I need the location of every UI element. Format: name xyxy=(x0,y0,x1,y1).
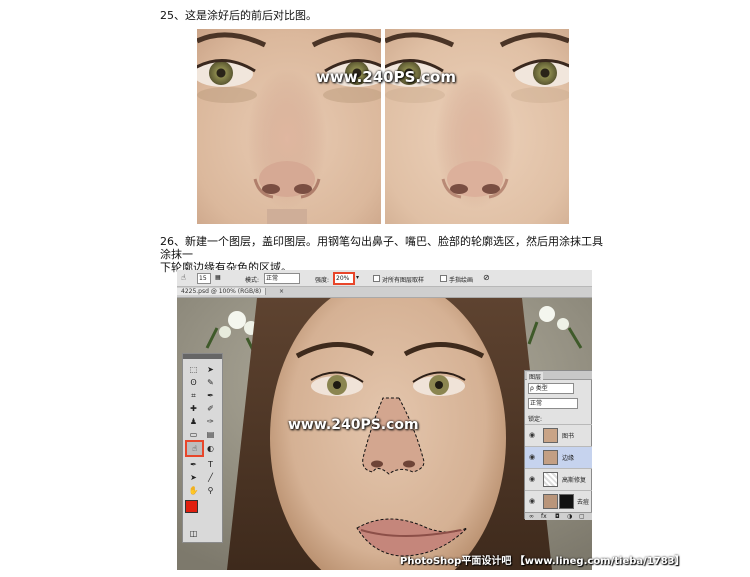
strength-field[interactable]: 20% xyxy=(334,273,354,284)
layer-thumbnail xyxy=(543,472,558,487)
screenshot-watermark: www.240PS.com xyxy=(288,417,419,433)
options-bar: ☝ 15 ▦ 模式: 正常 强度: 20% ▾ 对所有图层取样 手指绘画 ⊘ xyxy=(177,270,592,287)
quick-select-tool-icon[interactable]: ✎ xyxy=(204,377,217,388)
healing-tool-icon[interactable]: ✚ xyxy=(187,403,200,414)
footer-credit-watermark: PhotoShop平面设计吧 【www.lineg.com/tieba/1783… xyxy=(400,556,685,567)
layer-thumbnail xyxy=(543,450,558,465)
layer-row[interactable]: ◉ 去痘 xyxy=(525,490,592,512)
layers-panel: 图层 ρ 类型 正常 锁定: ◉ 图书 ◉ 边缘 ◉ 高斯修复 ◉ 去痘 ∞ f… xyxy=(524,370,592,520)
gradient-tool-icon[interactable]: ▤ xyxy=(204,429,217,440)
layer-filter-select[interactable]: ρ 类型 xyxy=(528,383,574,394)
layer-blend-mode-select[interactable]: 正常 xyxy=(528,398,578,409)
smudge-tool-button-icon[interactable]: ☝ xyxy=(185,440,204,457)
stamp-tool-icon[interactable]: ♟ xyxy=(187,416,200,427)
mode-select[interactable]: 正常 xyxy=(264,273,300,284)
lasso-tool-icon[interactable]: ʘ xyxy=(187,377,200,388)
layers-tab[interactable]: 图层 xyxy=(527,372,544,381)
layers-panel-header: 图层 xyxy=(525,371,592,381)
smudge-tool-icon[interactable]: ☝ xyxy=(181,273,186,282)
after-face-image xyxy=(385,29,569,224)
after-photo xyxy=(385,29,569,224)
move-tool-icon[interactable]: ➤ xyxy=(204,364,217,375)
document-tab-close-icon[interactable]: × xyxy=(279,288,284,295)
type-tool-icon[interactable]: T xyxy=(204,459,217,470)
brush-tool-icon[interactable]: ✐ xyxy=(204,403,217,414)
before-photo xyxy=(197,29,381,224)
quick-mask-icon[interactable]: ◫ xyxy=(187,528,200,539)
foreground-color-swatch[interactable] xyxy=(185,500,198,513)
dodge-tool-icon[interactable]: ◐ xyxy=(204,443,217,454)
toolbox-panel: ⬚ ➤ ʘ ✎ ⌗ ✒ ✚ ✐ ♟ ✑ ▭ ▤ ☝ ◐ ✒ T ➤ ╱ ✋ ⚲ … xyxy=(182,353,223,543)
sample-all-layers-checkbox[interactable] xyxy=(373,275,380,282)
toolbox-header[interactable] xyxy=(183,354,222,359)
eraser-tool-icon[interactable]: ▭ xyxy=(187,429,200,440)
layer-thumbnail xyxy=(543,428,558,443)
document-tab-bar: 4225.psd @ 100% (RGB/8) × xyxy=(177,287,592,298)
brush-panel-icon[interactable]: ▦ xyxy=(215,274,221,281)
eyedropper-tool-icon[interactable]: ✒ xyxy=(204,390,217,401)
layer-row-selected[interactable]: ◉ 边缘 xyxy=(525,446,592,468)
finger-painting-label: 手指绘画 xyxy=(449,277,474,284)
mode-label: 模式: xyxy=(245,277,260,284)
layer-row[interactable]: ◉ 高斯修复 xyxy=(525,468,592,490)
step-26-line-1: 26、新建一个图层，盖印图层。用钢笔勾出鼻子、嘴巴、脸部的轮廓选区，然后用涂抹工… xyxy=(160,235,603,261)
before-face-image xyxy=(197,29,381,224)
layer-name: 边缘 xyxy=(562,455,575,462)
line-tool-icon[interactable]: ╱ xyxy=(204,472,217,483)
link-layers-icon[interactable]: ∞ xyxy=(529,513,534,520)
layer-style-icon[interactable]: fx xyxy=(541,513,547,520)
pen-tool-icon[interactable]: ✒ xyxy=(187,459,200,470)
layer-row[interactable]: ◉ 图书 xyxy=(525,424,592,446)
adjustment-layer-icon[interactable]: ◑ xyxy=(567,513,572,520)
sample-all-layers-label: 对所有图层取样 xyxy=(382,277,425,284)
layers-panel-footer: ∞ fx ◘ ◑ ▢ xyxy=(525,512,592,520)
strength-label: 强度: xyxy=(315,277,330,284)
strength-dropdown-icon[interactable]: ▾ xyxy=(356,274,359,281)
step-26-caption: 26、新建一个图层，盖印图层。用钢笔勾出鼻子、嘴巴、脸部的轮廓选区，然后用涂抹工… xyxy=(160,235,610,274)
add-mask-icon[interactable]: ◘ xyxy=(555,513,560,520)
layer-visibility-icon[interactable]: ◉ xyxy=(529,453,535,461)
layer-name: 高斯修复 xyxy=(562,477,587,484)
hand-tool-icon[interactable]: ✋ xyxy=(187,485,200,496)
document-tab[interactable]: 4225.psd @ 100% (RGB/8) xyxy=(177,288,267,295)
history-brush-tool-icon[interactable]: ✑ xyxy=(204,416,217,427)
layer-thumbnail xyxy=(543,494,558,509)
layer-visibility-icon[interactable]: ◉ xyxy=(529,497,535,505)
step-25-caption: 25、这是涂好后的前后对比图。 xyxy=(160,9,317,22)
layer-name: 去痘 xyxy=(577,499,590,506)
marquee-tool-icon[interactable]: ⬚ xyxy=(187,364,200,375)
comparison-watermark: www.240PS.com xyxy=(316,68,456,86)
layer-visibility-icon[interactable]: ◉ xyxy=(529,431,535,439)
layer-mask-thumbnail xyxy=(559,494,574,509)
path-select-tool-icon[interactable]: ➤ xyxy=(187,472,200,483)
zoom-tool-icon[interactable]: ⚲ xyxy=(204,485,217,496)
lock-label: 锁定: xyxy=(528,416,543,423)
brush-size-field[interactable]: 15 xyxy=(197,273,211,284)
crop-tool-icon[interactable]: ⌗ xyxy=(187,390,200,401)
finger-painting-checkbox[interactable] xyxy=(440,275,447,282)
layer-visibility-icon[interactable]: ◉ xyxy=(529,475,535,483)
layer-name: 图书 xyxy=(562,433,575,440)
pressure-icon[interactable]: ⊘ xyxy=(483,273,490,282)
new-layer-icon[interactable]: ▢ xyxy=(579,513,585,520)
